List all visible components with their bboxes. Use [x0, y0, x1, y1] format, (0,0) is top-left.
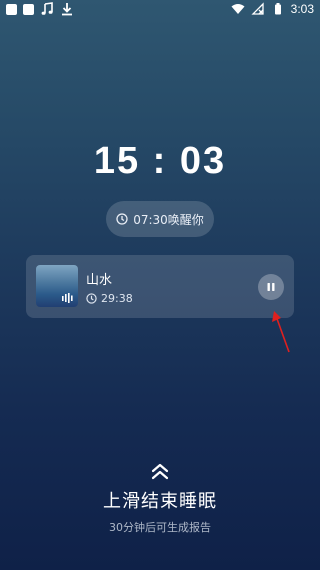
status-bar: 3:03	[0, 0, 320, 18]
sound-cover-image	[36, 265, 78, 307]
sound-wave-icon	[62, 293, 73, 303]
alarm-label: 07:30唤醒你	[133, 212, 204, 227]
report-hint: 30分钟后可生成报告	[109, 521, 211, 534]
alarm-time-button[interactable]: 07:30唤醒你	[106, 201, 214, 237]
sound-timer-value: 29:38	[101, 292, 133, 305]
pause-icon	[267, 283, 275, 291]
clock-icon	[116, 213, 128, 225]
annotation-arrow-icon	[272, 311, 290, 353]
sound-title: 山水	[86, 273, 113, 288]
download-icon	[62, 3, 72, 16]
clock-separator: :	[152, 140, 168, 182]
wifi-icon	[231, 4, 245, 14]
clock-minutes: 03	[179, 140, 227, 182]
chevron-up-double-icon[interactable]	[150, 463, 170, 481]
battery-icon	[274, 3, 281, 15]
music-note-icon	[41, 2, 53, 15]
app-square-icon	[23, 3, 34, 15]
app-square-icon	[6, 3, 17, 15]
current-time-display: 15 : 03	[0, 140, 320, 183]
no-signal-icon	[251, 2, 264, 15]
status-time: 3:03	[290, 2, 314, 16]
pause-button[interactable]	[258, 274, 284, 300]
clock-hours: 15	[93, 140, 141, 182]
sound-card[interactable]: 山水 29:38	[26, 255, 294, 318]
swipe-up-end-sleep-label[interactable]: 上滑结束睡眠	[0, 487, 320, 513]
status-left-icons	[6, 2, 74, 16]
sound-timer: 29:38	[86, 292, 133, 305]
timer-icon	[86, 293, 97, 304]
status-right-icons: 3:03	[231, 2, 314, 16]
